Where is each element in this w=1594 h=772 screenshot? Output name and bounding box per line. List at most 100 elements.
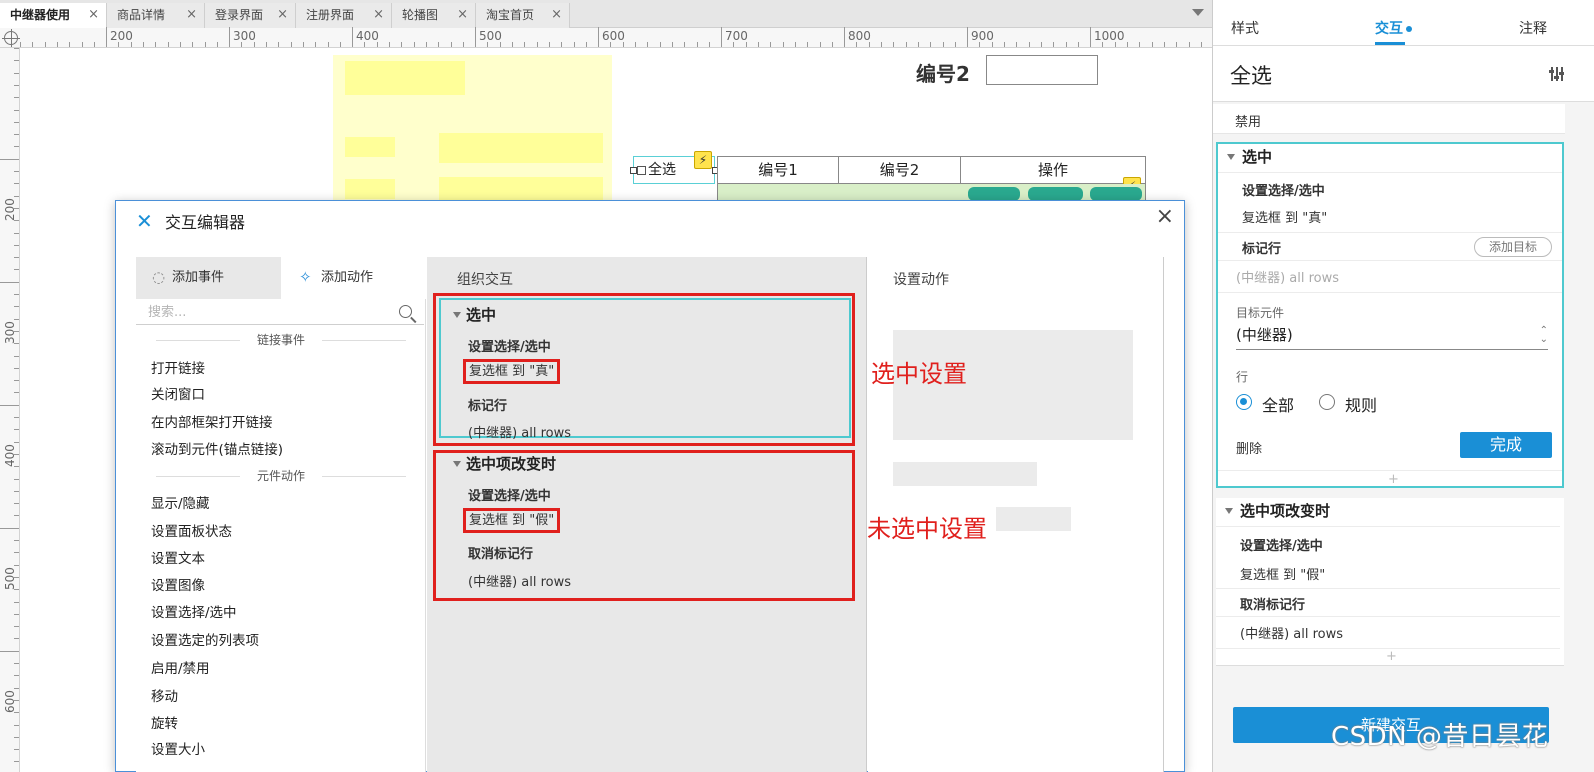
sliders-icon[interactable] [1549,66,1565,82]
collapse-triangle-icon[interactable] [1227,154,1235,160]
tab-taobao-home[interactable]: 淘宝首页 × [476,3,570,28]
close-icon[interactable]: × [88,3,99,27]
event-row-disabled[interactable]: 禁用 [1213,104,1565,134]
event-title[interactable]: 选中 [1242,146,1272,167]
action-item-set-size[interactable]: 设置大小 [151,738,205,758]
divider [1216,616,1560,617]
label-number-2[interactable]: 编号2 [916,58,970,87]
collapse-triangle-icon[interactable] [453,461,461,467]
ruler-origin-crosshair-icon[interactable] [2,29,20,47]
close-icon[interactable]: × [186,3,197,27]
resize-handle[interactable] [630,167,637,174]
add-action-plus-icon[interactable]: + [1386,649,1397,664]
action-item-enable-disable[interactable]: 启用/禁用 [151,657,210,677]
ruler-tick [14,429,19,431]
ruler-tick [106,27,108,47]
action-item-set-image[interactable]: 设置图像 [151,574,205,594]
action-item-scroll-to-widget[interactable]: 滚动到元件(锚点链接) [151,438,283,458]
action-detail[interactable]: 复选框 到 "真" [463,359,561,384]
action-detail[interactable]: 复选框 到 "假" [1240,564,1325,583]
event-title[interactable]: 选中项改变时 [1240,500,1330,521]
interaction-bolt-icon[interactable]: ⚡ [694,151,712,169]
action-detail[interactable]: (中继器) all rows [468,422,571,441]
row-action-button[interactable] [1028,187,1083,201]
action-item-set-selected[interactable]: 设置选择/选中 [151,601,237,621]
ruler-tick [130,42,132,47]
close-icon[interactable]: × [277,3,288,27]
action-detail[interactable]: 复选框 到 "假" [463,508,561,533]
action-item-set-panel-state[interactable]: 设置面板状态 [151,520,232,540]
event-card-checked[interactable]: 选中 设置选择/选中 复选框 到 "真" 标记行 添加目标 (中继器) all … [1216,142,1564,488]
collapse-triangle-icon[interactable] [1225,508,1233,514]
close-icon[interactable]: × [551,3,562,27]
ruler-tick [917,42,919,47]
widget-name-header: 全选 [1213,46,1594,102]
tab-repeater-usage[interactable]: 中继器使用 × [0,3,107,28]
active-tab-underline [1375,42,1405,45]
action-detail[interactable]: (中继器) all rows [468,571,571,590]
ruler-tick [1188,42,1190,47]
radio-rule[interactable] [1319,394,1335,410]
tab-product-detail[interactable]: 商品详情 × [107,3,205,28]
tab-interactions[interactable]: 交互 [1375,18,1412,38]
action-item-close-window[interactable]: 关闭窗口 [151,383,205,403]
tab-carousel[interactable]: 轮播图 × [392,3,476,28]
tab-add-event[interactable]: ◌ 添加事件 [136,257,281,299]
search-icon[interactable] [399,305,412,318]
event-title[interactable]: 选中 [466,304,496,325]
event-block-selection-changed[interactable]: 选中项改变时 设置选择/选中 复选框 到 "假" 取消标记行 (中继器) all… [433,450,855,601]
ruler-label: 900 [971,29,994,43]
tab-notes[interactable]: 注释 [1519,18,1547,38]
tab-register[interactable]: 注册界面 × [296,3,392,28]
event-block-checked[interactable]: 选中 设置选择/选中 复选框 到 "真" 标记行 (中继器) all rows [433,293,855,446]
event-title[interactable]: 选中项改变时 [466,453,556,474]
close-icon[interactable]: × [457,3,468,27]
placeholder-block [345,137,395,157]
row-action-button[interactable] [1090,187,1142,201]
table-header-cell: 编号2 [839,156,961,184]
dialog-close-button[interactable]: × [1156,206,1174,228]
number-2-input-widget[interactable] [986,55,1098,85]
ruler-label: 200 [110,29,133,43]
search-input[interactable] [148,303,388,321]
row-action-button[interactable] [968,187,1020,201]
action-item-show-hide[interactable]: 显示/隐藏 [151,492,210,512]
action-title[interactable]: 取消标记行 [1240,594,1305,613]
action-item-set-list-selection[interactable]: 设置选定的列表项 [151,629,259,649]
event-card-selection-changed[interactable]: 选中项改变时 设置选择/选中 复选框 到 "假" 取消标记行 (中继器) all… [1216,498,1564,666]
action-item-rotate[interactable]: 旋转 [151,712,178,732]
action-item-set-text[interactable]: 设置文本 [151,547,205,567]
action-title[interactable]: 标记行 [1242,238,1281,257]
tab-login[interactable]: 登录界面 × [205,3,296,28]
yellow-panel-widget[interactable] [333,55,612,215]
dialog-title-bar[interactable]: ✕ 交互编辑器 × [116,201,1184,237]
action-title[interactable]: 设置选择/选中 [468,336,551,355]
action-title[interactable]: 设置选择/选中 [468,485,551,504]
add-action-plus-icon[interactable]: + [1388,472,1399,487]
delete-button[interactable]: 删除 [1236,438,1262,457]
done-button[interactable]: 完成 [1460,432,1552,458]
action-title[interactable]: 设置选择/选中 [1242,180,1325,199]
add-target-button[interactable]: 添加目标 [1474,237,1552,257]
widget-name[interactable]: 全选 [1230,60,1272,90]
ruler-tick [438,42,440,47]
action-item-move[interactable]: 移动 [151,685,178,705]
collapse-triangle-icon[interactable] [453,312,461,318]
action-item-open-link[interactable]: 打开链接 [151,357,205,377]
radio-all-rows[interactable] [1236,394,1252,410]
ruler-tick [622,42,624,47]
action-title[interactable]: 标记行 [468,395,507,414]
close-icon[interactable]: × [373,3,384,27]
checkbox-icon[interactable] [637,166,646,175]
action-detail[interactable]: 复选框 到 "真" [1242,207,1327,226]
tab-list-chevron-down-icon[interactable] [1192,9,1204,16]
ruler-label: 600 [602,29,625,43]
target-widget-select[interactable]: (中继器) ⌃ ⌄ [1236,324,1548,350]
tab-style[interactable]: 样式 [1231,18,1259,38]
action-title[interactable]: 设置选择/选中 [1240,535,1323,554]
action-detail[interactable]: (中继器) all rows [1240,623,1343,642]
ruler-tick [14,121,19,123]
action-title[interactable]: 取消标记行 [468,543,533,562]
action-item-open-in-frame[interactable]: 在内部框架打开链接 [151,411,273,431]
tab-add-action[interactable]: ✧ 添加动作 [281,257,426,299]
